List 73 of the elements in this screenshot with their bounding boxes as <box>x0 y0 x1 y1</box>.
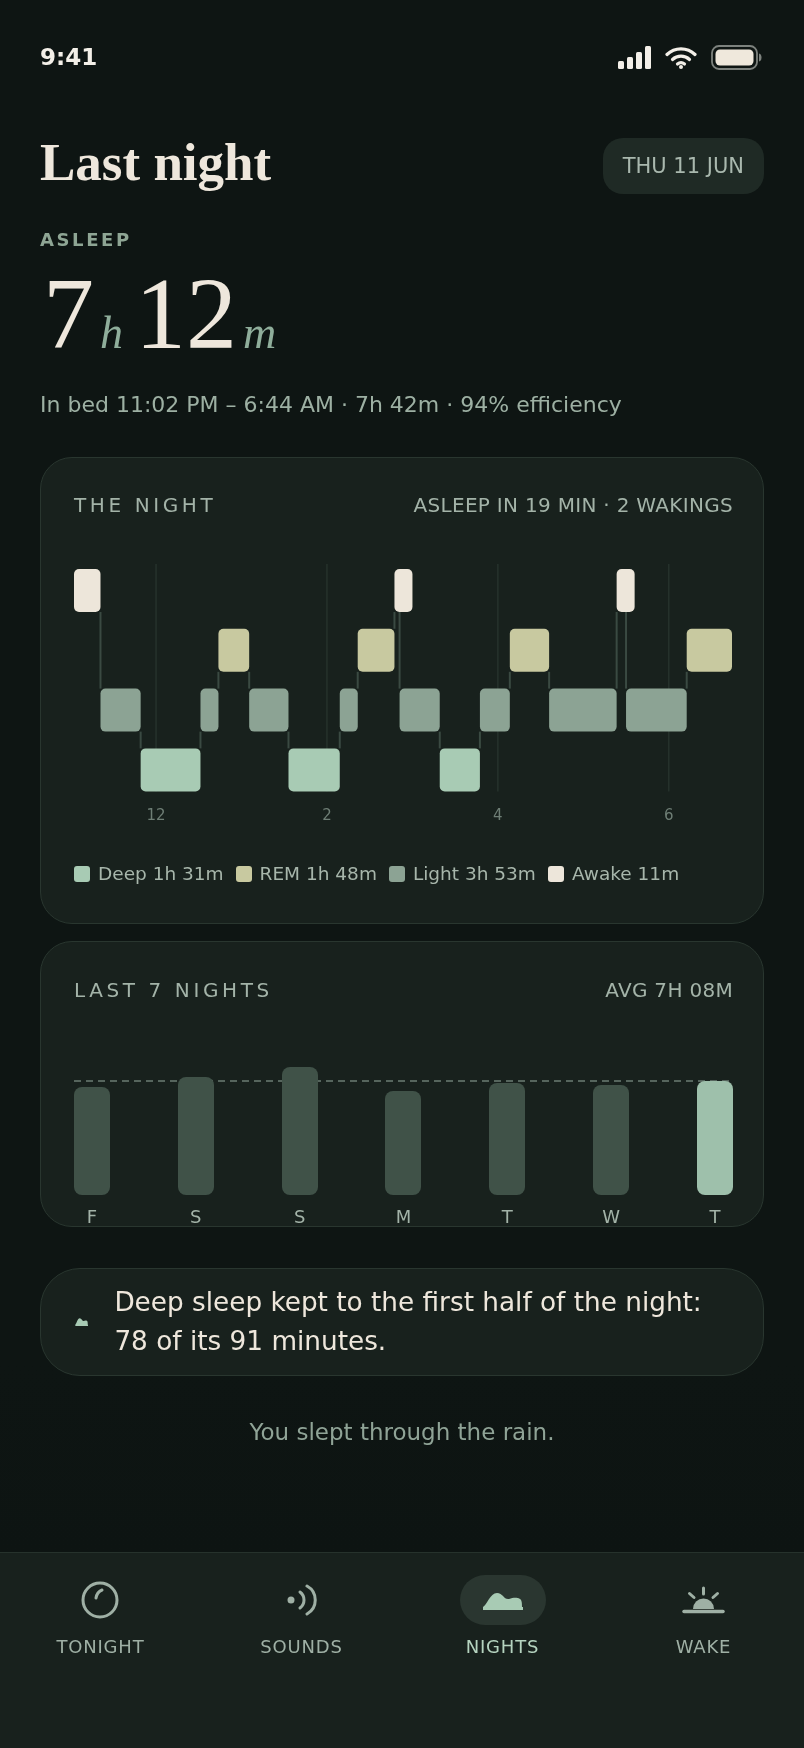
legend-label: Awake 11m <box>571 862 680 885</box>
card-title: THE NIGHT <box>74 494 217 516</box>
legend-label: Deep 1h 31m <box>98 862 224 885</box>
insight-text: Deep sleep kept to the first half of the night: 78 of its 91 minutes. <box>114 1285 703 1358</box>
sleep-stage-block <box>509 628 550 672</box>
sleep-stage-block <box>288 747 340 791</box>
sleep-stage-block <box>686 628 732 672</box>
sleep-stage-block <box>339 688 358 732</box>
stage-transition-line <box>548 670 551 690</box>
day-label: S <box>293 1207 306 1226</box>
hours-value: 7 <box>43 263 94 365</box>
day-label: F <box>86 1207 98 1226</box>
sleep-stage-block <box>218 628 250 672</box>
sleep-stage-block <box>100 688 141 732</box>
signal-icon <box>618 45 651 69</box>
stage-transition-line <box>438 730 441 749</box>
stage-transition-line <box>217 670 220 690</box>
hour-tick-label: 2 <box>322 805 332 824</box>
stage-transition-line <box>685 670 688 690</box>
sound-waves-icon <box>286 1583 317 1616</box>
sleep-stage-block <box>140 747 201 791</box>
wifi-icon <box>665 45 697 69</box>
nav-tab[interactable]: SOUNDS <box>258 1574 345 1657</box>
hour-tick-label: 4 <box>493 805 503 824</box>
sleep-stage-block <box>74 568 101 612</box>
hills-icon <box>75 1317 89 1326</box>
battery-icon <box>711 44 762 70</box>
status-time: 9:41 <box>40 44 98 70</box>
nav-tab[interactable]: WAKE <box>660 1574 747 1657</box>
card-title: LAST 7 NIGHTS <box>74 978 273 1001</box>
sunrise-icon <box>682 1585 725 1614</box>
hour-tick-label: 6 <box>664 805 674 824</box>
day-label: W <box>602 1207 621 1226</box>
footer-note: You slept through the rain. <box>248 1418 556 1445</box>
minutes-value: 12 <box>135 263 237 365</box>
sleep-stage-block <box>394 568 413 612</box>
asleep-label: ASLEEP <box>40 230 133 250</box>
day-label: T <box>709 1207 721 1226</box>
page-title: Last night <box>40 131 272 193</box>
sleep-stage-block <box>439 747 480 791</box>
night-stats: ASLEEP IN 19 MIN · 2 WAKINGS <box>413 494 733 516</box>
stage-transition-line <box>199 730 202 749</box>
stage-transition-line <box>248 670 251 690</box>
day-label: T <box>501 1207 513 1226</box>
sleep-stage-block <box>479 688 510 732</box>
sleep-stage-block <box>399 688 440 732</box>
average-label: AVG 7H 08M <box>605 978 733 1001</box>
sleep-stage-block <box>549 688 617 732</box>
stage-transition-line <box>478 730 481 749</box>
day-label: S <box>190 1207 202 1226</box>
nav-tab[interactable]: NIGHTS <box>459 1574 546 1657</box>
stage-transition-line <box>338 730 341 749</box>
stage-transition-line <box>287 730 290 749</box>
hour-tick-label: 12 <box>146 805 166 824</box>
stage-transition-line <box>508 670 511 690</box>
sleep-stage-block <box>200 688 219 732</box>
stage-transition-line <box>393 610 396 630</box>
minutes-unit: m <box>243 306 277 360</box>
hills-icon <box>459 1574 546 1625</box>
sleep-stage-block <box>626 688 687 732</box>
stage-transition-line <box>356 670 359 690</box>
dial-icon <box>81 1580 120 1619</box>
sleep-stage-block <box>616 568 635 612</box>
sleep-details: In bed 11:02 PM – 6:44 AM · 7h 42m · 94% efficiency <box>40 392 623 418</box>
legend-label: REM 1h 48m <box>259 862 377 885</box>
legend-label: Light 3h 53m <box>412 862 536 885</box>
sleep-stage-block <box>357 628 395 672</box>
date-chip[interactable]: THU 11 JUN <box>602 138 764 194</box>
sleep-stage-block <box>249 688 289 732</box>
hours-unit: h <box>100 306 123 360</box>
stage-transition-line <box>139 730 142 749</box>
nav-tab[interactable]: TONIGHT <box>56 1574 145 1657</box>
day-label: M <box>395 1207 412 1226</box>
